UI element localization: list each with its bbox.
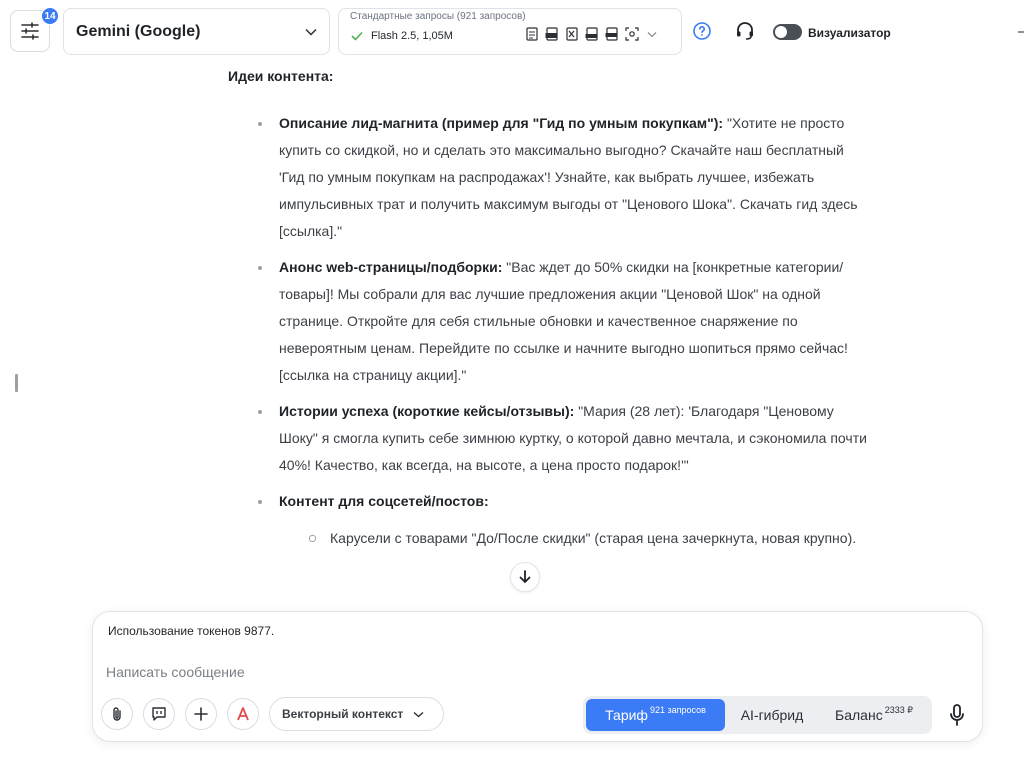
chevron-down-icon	[305, 28, 317, 36]
vector-context-select[interactable]: Векторный контекст	[269, 697, 444, 731]
request-plan-select[interactable]: Стандартные запросы (921 запросов) Flash…	[338, 8, 682, 55]
chevron-down-icon	[413, 711, 424, 717]
vector-context-label: Векторный контекст	[282, 707, 404, 721]
chevron-down-icon[interactable]	[645, 27, 659, 41]
help-icon[interactable]	[693, 22, 711, 40]
check-icon	[351, 31, 363, 41]
pdf-icon[interactable]	[545, 27, 559, 41]
plus-icon	[194, 707, 208, 721]
mode-label: Баланс	[835, 707, 883, 723]
list-item: Анонс web-страницы/подборки: "Вас ждет д…	[228, 254, 868, 389]
font-style-button[interactable]	[227, 698, 259, 730]
mode-tariff[interactable]: Тариф 921 запросов	[586, 699, 725, 731]
more-icon[interactable]	[1018, 31, 1024, 33]
mode-balance[interactable]: Баланс 2333 ₽	[819, 699, 929, 731]
item-title: Истории успеха (короткие кейсы/отзывы):	[279, 403, 575, 419]
section-title: Идеи контента:	[228, 68, 334, 84]
ideas-list: Описание лид-магнита (пример для "Гид по…	[228, 110, 868, 552]
document-icon[interactable]	[525, 27, 539, 41]
presentation-icon[interactable]	[605, 27, 619, 41]
item-title: Контент для соцсетей/постов:	[279, 493, 489, 509]
word-icon[interactable]	[585, 27, 599, 41]
excel-icon[interactable]	[565, 27, 579, 41]
model-select[interactable]: Gemini (Google)	[63, 8, 330, 55]
list-item: Описание лид-магнита (пример для "Гид по…	[228, 110, 868, 245]
item-title: Анонс web-страницы/подборки:	[279, 259, 503, 275]
mode-label: AI-гибрид	[740, 707, 804, 723]
attach-button[interactable]	[101, 698, 133, 730]
item-text: "Вас ждет до 50% скидки на [конкретные к…	[279, 259, 848, 383]
add-button[interactable]	[185, 698, 217, 730]
arrow-down-icon	[519, 570, 531, 584]
token-usage: Использование токенов 9877.	[108, 624, 275, 638]
list-item: Контент для соцсетей/постов: Карусели с …	[228, 488, 868, 552]
mode-sup: 921 запросов	[649, 705, 706, 715]
message-input[interactable]	[106, 660, 806, 684]
top-bar: 14 Gemini (Google) Стандартные запросы (…	[0, 0, 1024, 62]
sliders-icon	[21, 22, 39, 40]
chat-prompt-icon	[152, 707, 166, 721]
assistant-message: Идеи контента: Описание лид-магнита (при…	[228, 64, 868, 561]
sub-list: Карусели с товарами "До/После скидки" (с…	[279, 525, 868, 552]
mode-sup: 2333 ₽	[884, 704, 913, 715]
sidebar-resize-handle[interactable]	[15, 374, 18, 392]
billing-mode-switch: Тариф 921 запросов AI-гибрид Баланс 2333 ₽	[583, 696, 932, 734]
mode-ai-hybrid[interactable]: AI-гибрид	[729, 699, 815, 731]
prompts-button[interactable]	[143, 698, 175, 730]
message-composer: Использование токенов 9877. Векторный ко…	[92, 611, 983, 742]
visualizer-label: Визуализатор	[808, 26, 891, 40]
requests-caption: Стандартные запросы (921 запросов)	[350, 11, 526, 22]
mode-label: Тариф	[605, 707, 648, 723]
screenshot-icon[interactable]	[625, 27, 639, 41]
microphone-button[interactable]	[947, 702, 967, 728]
notification-badge: 14	[41, 7, 59, 25]
microphone-icon	[950, 704, 964, 726]
headset-icon[interactable]	[735, 21, 755, 41]
item-text: "Хотите не просто купить со скидкой, но …	[279, 115, 858, 239]
paperclip-icon	[113, 707, 121, 721]
requests-value: Flash 2.5, 1,05M	[371, 30, 453, 42]
letter-a-icon	[237, 707, 249, 721]
item-title: Описание лид-магнита (пример для "Гид по…	[279, 115, 724, 131]
scroll-down-button[interactable]	[510, 562, 540, 592]
requests-value-row: Flash 2.5, 1,05M	[351, 30, 453, 42]
file-type-icons	[525, 27, 659, 41]
list-item: Истории успеха (короткие кейсы/отзывы): …	[228, 398, 868, 479]
sub-list-item: Карусели с товарами "До/После скидки" (с…	[279, 525, 868, 552]
visualizer-toggle[interactable]	[773, 24, 802, 40]
model-name: Gemini (Google)	[76, 22, 201, 40]
